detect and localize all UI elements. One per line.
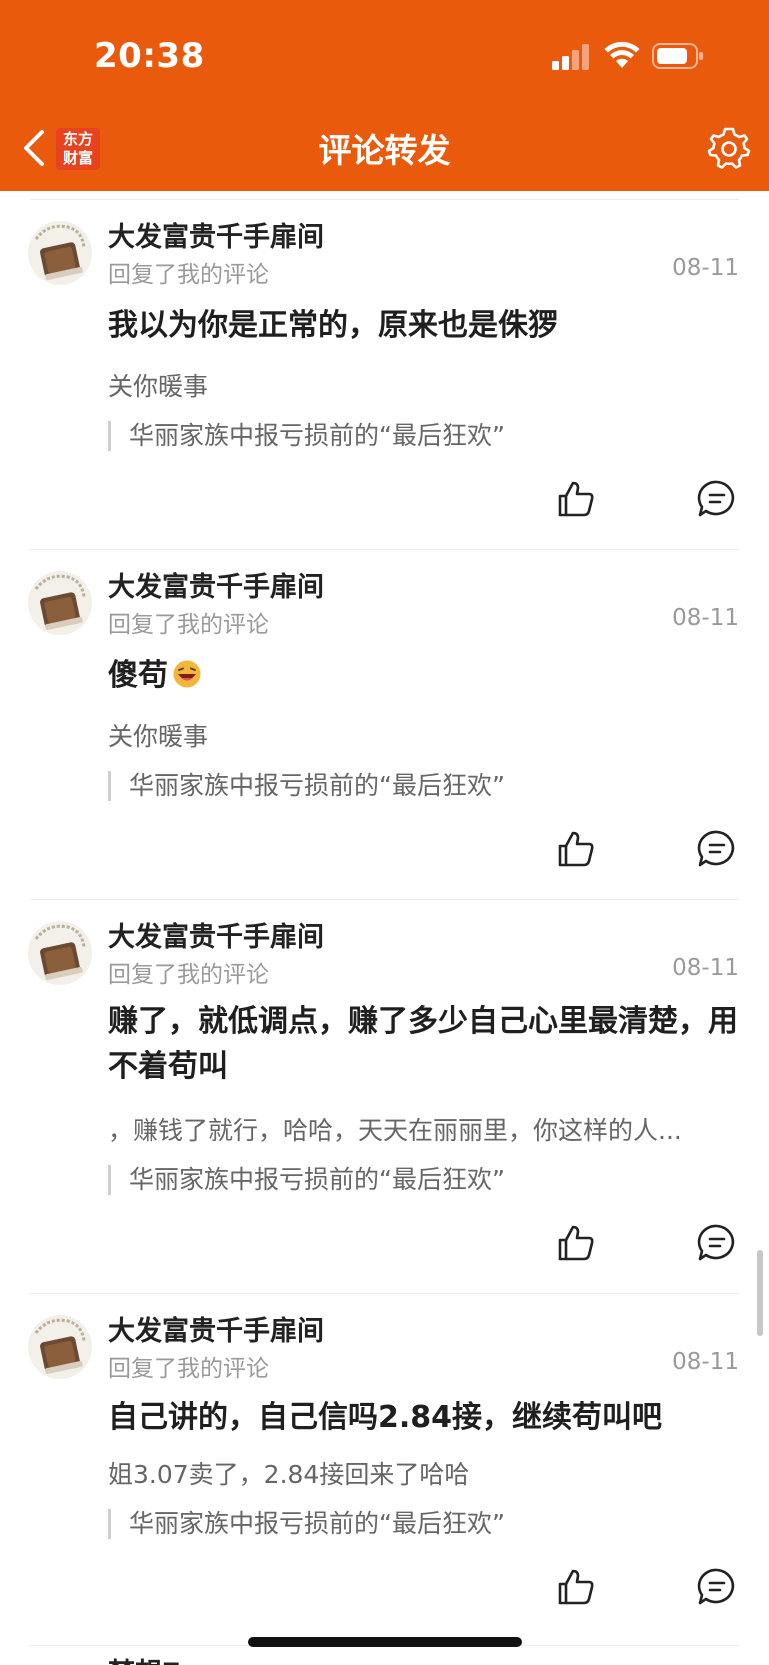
avatar-image-icon [34,1318,86,1374]
list-item[interactable]: 大发富贵千手扉间 回复了我的评论 08-11 傻苟 关你暖事 华丽家族中报亏损前… [0,541,769,901]
cellular-signal-icon [552,44,589,70]
list-item[interactable]: 大发富贵千手扉间 回复了我的评论 08-11 我以为你是正常的，原来也是侏猡 关… [0,191,769,551]
list-item[interactable]: 大发富贵千手扉间 回复了我的评论 08-11 赚了，就低调点，赚了多少自己心里最… [0,891,769,1291]
reply-comment-icon[interactable] [697,479,737,519]
username[interactable]: 大发富贵千手扉间 [108,915,324,954]
reply-label: 回复了我的评论 [108,612,269,638]
username[interactable]: 大发富贵千手扉间 [108,215,324,254]
avatar[interactable] [28,221,92,285]
username[interactable]: 大发富贵千手扉间 [108,565,324,604]
status-time: 20:38 [94,36,205,76]
list-item[interactable]: 大发富贵千手扉间 回复了我的评论 08-11 自己讲的，自己信吗2.84接，继续… [0,1285,769,1645]
avatar-image-icon [34,924,86,980]
comment-content: 自己讲的，自己信吗2.84接，继续苟叫吧 [108,1400,663,1435]
reply-comment-icon[interactable] [697,1567,737,1607]
username[interactable]: 大发富贵千手扉间 [108,1309,324,1348]
home-indicator[interactable] [248,1637,522,1647]
scrollbar[interactable] [757,1250,763,1336]
avatar[interactable] [28,571,92,635]
like-thumbs-up-icon[interactable] [556,479,596,519]
reply-label: 回复了我的评论 [108,1356,269,1382]
page-title: 评论转发 [318,131,451,170]
like-thumbs-up-icon[interactable] [556,1223,596,1263]
comment-content: 傻苟 [108,653,738,698]
reply-comment-icon[interactable] [697,1223,737,1263]
next-item-username[interactable]: 梦想7 [108,1651,181,1665]
comment-content: 赚了，就低调点，赚了多少自己心里最清楚，用不着苟叫 [108,1004,738,1084]
article-link[interactable]: 华丽家族中报亏损前的“最后狂欢” [108,771,505,801]
avatar[interactable] [28,1315,92,1379]
comment-date: 08-11 [672,255,739,281]
comment-date: 08-11 [672,955,739,981]
comment-date: 08-11 [672,1349,739,1375]
article-link[interactable]: 华丽家族中报亏损前的“最后狂欢” [108,421,505,451]
settings-gear-icon[interactable] [706,126,752,172]
header-bar: 20:38 东方 财富 评论转发 [0,0,769,191]
reply-label: 回复了我的评论 [108,262,269,288]
avatar[interactable] [28,921,92,985]
article-link[interactable]: 华丽家族中报亏损前的“最后狂欢” [108,1165,505,1195]
reply-label: 回复了我的评论 [108,962,269,988]
reply-comment-icon[interactable] [697,829,737,869]
avatar-image-icon [34,224,86,280]
comment-date: 08-11 [672,605,739,631]
battery-icon [652,43,703,69]
comment-content: 我以为你是正常的，原来也是侏猡 [108,308,558,343]
like-thumbs-up-icon[interactable] [556,1567,596,1607]
avatar-image-icon [34,574,86,630]
my-comment[interactable]: ，赚钱了就行，哈哈，天天在丽丽里，你这样的人... [108,1111,738,1147]
my-comment[interactable]: 关你暖事 [108,367,738,403]
like-thumbs-up-icon[interactable] [556,829,596,869]
my-comment[interactable]: 姐3.07卖了，2.84接回来了哈哈 [108,1455,738,1491]
wifi-icon [604,41,640,68]
article-link[interactable]: 华丽家族中报亏损前的“最后狂欢” [108,1509,505,1539]
my-comment[interactable]: 关你暖事 [108,717,738,753]
laughing-emoji-icon [173,660,201,687]
